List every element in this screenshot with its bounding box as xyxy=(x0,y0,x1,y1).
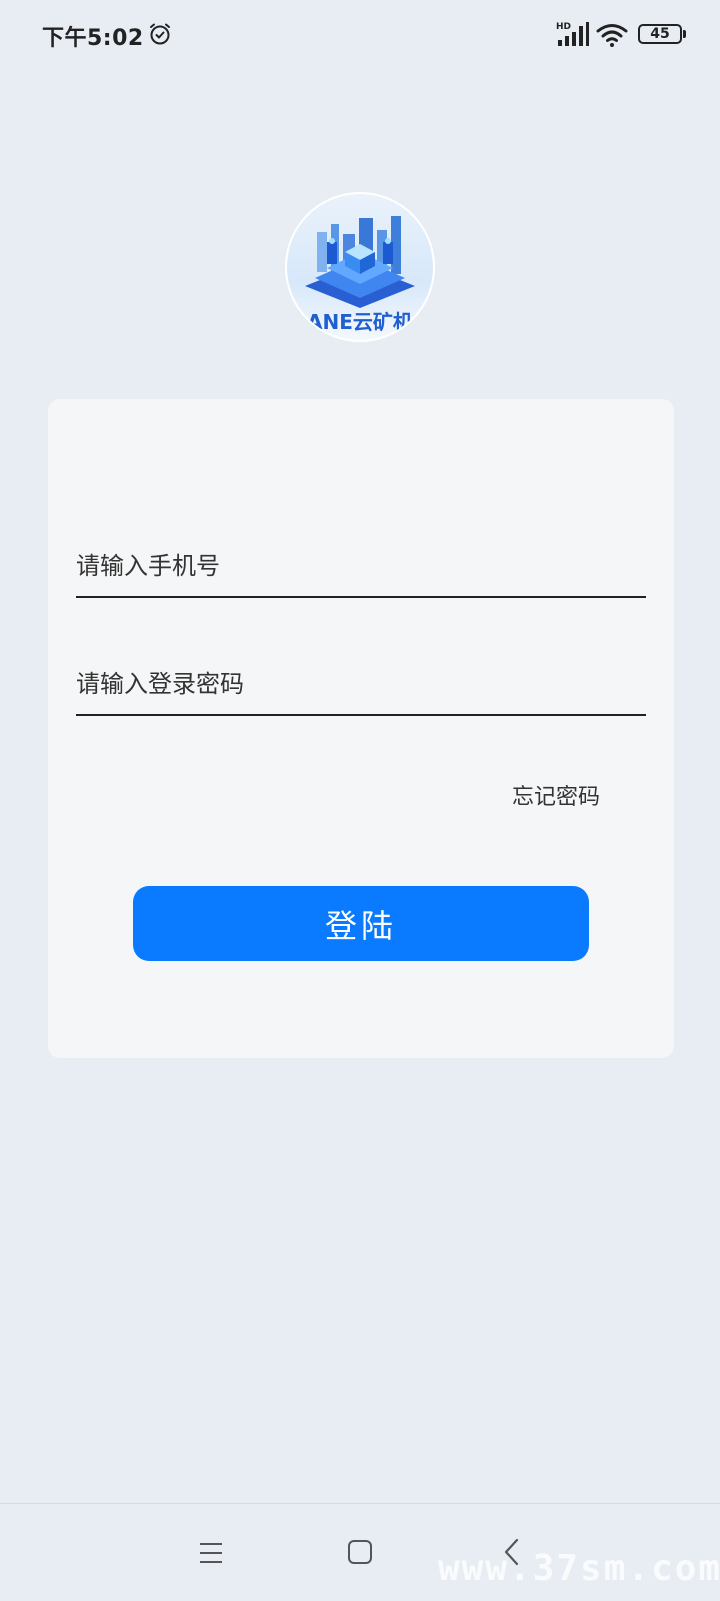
logo-text: ANE云矿机 xyxy=(307,310,413,334)
battery-nub xyxy=(683,30,686,38)
login-button[interactable]: 登陆 xyxy=(133,886,589,961)
password-input[interactable] xyxy=(76,656,646,712)
network-label: HD xyxy=(556,22,571,32)
signal-icon: HD xyxy=(556,22,589,46)
watermark: www.37sm.com xyxy=(438,1548,720,1589)
battery-level: 45 xyxy=(650,26,670,42)
phone-field[interactable] xyxy=(76,538,646,598)
battery-icon: 45 xyxy=(638,24,682,44)
password-field[interactable] xyxy=(76,656,646,716)
app-logo: ANE云矿机 xyxy=(285,192,435,342)
phone-input[interactable] xyxy=(76,538,646,594)
status-time: 下午5:02 xyxy=(42,26,144,51)
home-icon[interactable] xyxy=(348,1540,372,1564)
forgot-password-link[interactable]: 忘记密码 xyxy=(512,779,600,811)
status-bar: 下午5:02 HD 45 xyxy=(0,0,720,70)
wifi-icon xyxy=(596,24,628,47)
alarm-icon xyxy=(150,23,170,45)
menu-icon[interactable] xyxy=(199,1542,223,1564)
